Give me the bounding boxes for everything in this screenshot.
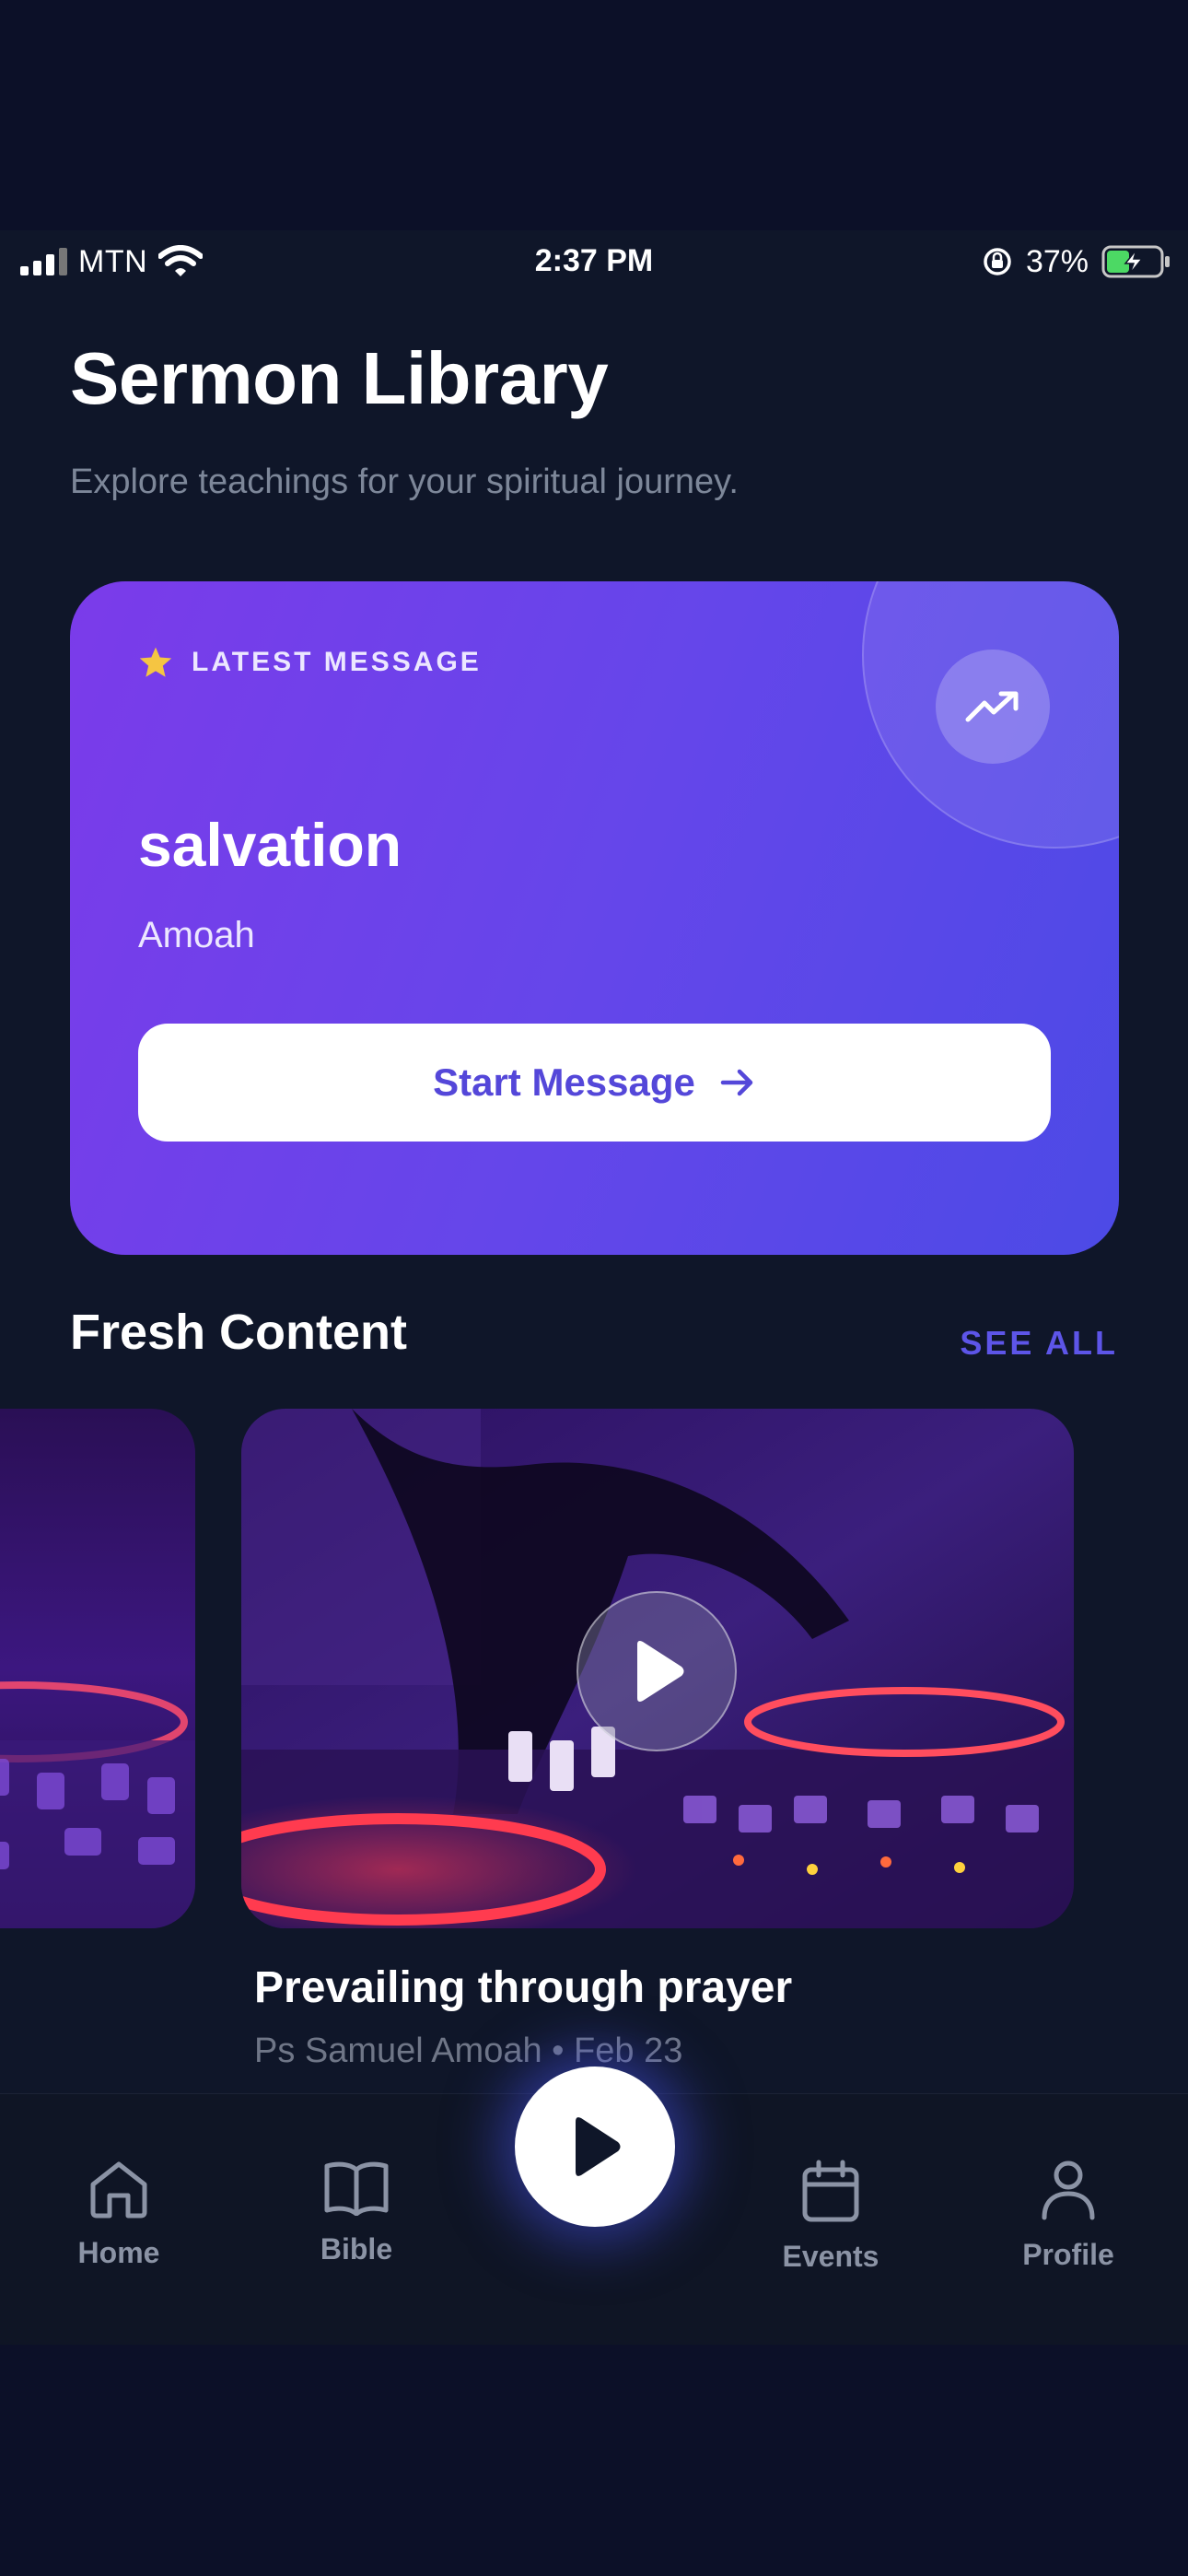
nav-label-home: Home (77, 2236, 160, 2269)
battery-percentage: 37% (1025, 243, 1089, 279)
nav-item-events[interactable]: Events (739, 2159, 923, 2274)
nav-label-profile: Profile (1022, 2238, 1114, 2271)
book-icon (324, 2161, 389, 2216)
latest-message-card[interactable]: LATEST MESSAGE salvation Amoah Start Mes… (70, 581, 1119, 1255)
trending-up-icon[interactable] (936, 650, 1050, 764)
status-bar: MTN 2:37 PM 37% (0, 230, 1188, 295)
center-play-button[interactable] (515, 2067, 675, 2227)
star-icon (139, 647, 172, 677)
page-title: Sermon Library (70, 337, 609, 419)
hero-author: Amoah (138, 915, 255, 955)
app-screen: MTN 2:37 PM 37% Sermon Library Explore t… (0, 230, 1188, 2345)
bottom-nav: Home Bible Events Profile (0, 2067, 1188, 2345)
home-icon (90, 2161, 147, 2219)
start-message-button[interactable]: Start Message (138, 1024, 1051, 1142)
calendar-icon (802, 2160, 859, 2222)
play-button[interactable] (577, 1591, 737, 1751)
nav-item-home[interactable]: Home (27, 2159, 211, 2270)
battery-charging-icon (1101, 245, 1170, 278)
nav-label-events: Events (782, 2240, 879, 2273)
section-title-fresh-content: Fresh Content (70, 1305, 408, 1360)
play-icon (637, 1641, 684, 1702)
page-subtitle: Explore teachings for your spiritual jou… (70, 463, 739, 501)
content-card-meta: Ps Samuel Amoah • Feb 23 (254, 2032, 683, 2070)
top-band (0, 0, 1188, 230)
play-icon (576, 2117, 621, 2176)
start-message-label: Start Message (433, 1060, 695, 1104)
status-right: 37% (982, 241, 1171, 282)
content-card-title: Prevailing through prayer (254, 1963, 793, 2012)
see-all-link[interactable]: SEE ALL (960, 1324, 1118, 1363)
hero-label: LATEST MESSAGE (192, 647, 482, 677)
user-icon (1042, 2160, 1095, 2220)
hero-label-row: LATEST MESSAGE (138, 646, 482, 679)
nav-label-bible: Bible (320, 2232, 393, 2266)
nav-item-profile[interactable]: Profile (976, 2159, 1160, 2272)
arrow-right-icon (720, 1069, 753, 1096)
orientation-lock-icon (984, 248, 1011, 275)
hero-title: salvation (138, 811, 402, 879)
nav-item-bible[interactable]: Bible (264, 2159, 448, 2266)
bottom-band (0, 2345, 1188, 2576)
content-card-thumbnail-previous[interactable] (0, 1409, 195, 1928)
